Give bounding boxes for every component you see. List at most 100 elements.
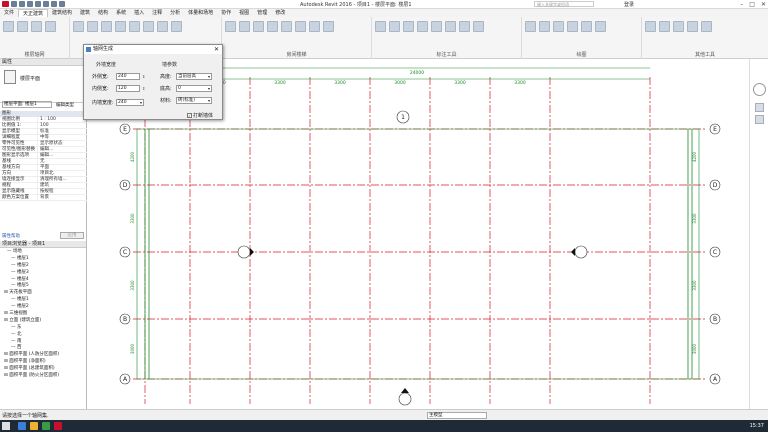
plan-icon[interactable]	[539, 21, 550, 32]
type-selector[interactable]: 楼层平面	[0, 66, 86, 103]
browser-item[interactable]: — 西	[3, 344, 86, 351]
menu-tab[interactable]: 协作	[217, 9, 235, 17]
browser-item[interactable]: ⊟ 面积平面 (总建筑面积)	[3, 365, 86, 372]
elevation-view-icon[interactable]	[553, 21, 564, 32]
properties-help-link[interactable]: 属性帮助	[2, 233, 20, 239]
property-value[interactable]: 1 : 100	[38, 117, 87, 122]
menu-tab[interactable]: 修改	[271, 9, 289, 17]
elevator-icon[interactable]	[281, 21, 292, 32]
door-icon[interactable]	[87, 21, 98, 32]
model-select[interactable]: 主模型	[427, 412, 487, 419]
property-value[interactable]: 中等	[38, 135, 87, 140]
browser-item[interactable]: — 南	[3, 338, 86, 345]
property-value[interactable]: 100	[38, 123, 87, 128]
menu-tab[interactable]: 文件	[0, 9, 18, 17]
maximize-icon[interactable]: □	[749, 1, 755, 8]
inner-width-input[interactable]: 120	[116, 85, 140, 92]
browser-item[interactable]: — 楼层4	[3, 276, 86, 283]
dim-wall-icon[interactable]	[417, 21, 428, 32]
menu-tab[interactable]: 建筑结构	[48, 9, 76, 17]
column-icon[interactable]	[17, 21, 28, 32]
browser-item[interactable]: ⊟ 立面 (建筑立面)	[3, 317, 86, 324]
beam-icon[interactable]	[143, 21, 154, 32]
property-value[interactable]: 标准	[38, 129, 87, 134]
close-icon[interactable]: ✕	[761, 1, 766, 8]
print-icon[interactable]	[43, 1, 49, 7]
help-search-input[interactable]: 键入关键字或短语	[534, 1, 594, 7]
property-value[interactable]: 按规程	[38, 189, 87, 194]
text-icon[interactable]	[445, 21, 456, 32]
browser-item[interactable]: ⊟ 面积平面 (净面积)	[3, 358, 86, 365]
menu-tab[interactable]: 插入	[130, 9, 148, 17]
railing-icon[interactable]	[267, 21, 278, 32]
zoom-icon[interactable]	[755, 115, 764, 124]
axis-icon[interactable]	[3, 21, 14, 32]
filter-icon[interactable]	[673, 21, 684, 32]
property-value[interactable]: 无	[38, 159, 87, 164]
grid-icon[interactable]	[31, 21, 42, 32]
menu-tab[interactable]: 体量和场地	[184, 9, 217, 17]
symbol-icon[interactable]	[459, 21, 470, 32]
checkbox-check-icon[interactable]: ✓	[187, 113, 192, 118]
leader-icon[interactable]	[473, 21, 484, 32]
window-icon[interactable]	[101, 21, 112, 32]
browser-item[interactable]: — 楼层2	[3, 303, 86, 310]
roof-icon[interactable]	[323, 21, 334, 32]
folder-icon[interactable]	[30, 422, 38, 430]
redo-icon[interactable]	[35, 1, 41, 7]
login-button[interactable]: 登录	[624, 1, 634, 8]
property-value[interactable]: 清理所有墙...	[38, 177, 87, 182]
opening-icon[interactable]	[129, 21, 140, 32]
menu-tab[interactable]: 分析	[166, 9, 184, 17]
browser-item[interactable]: ⊟ 面积平面 (防火分区面积)	[3, 372, 86, 379]
elevation-icon[interactable]	[431, 21, 442, 32]
save-icon[interactable]	[19, 1, 25, 7]
height-select[interactable]: 当前层高	[176, 73, 212, 80]
browser-item[interactable]: — 东	[3, 324, 86, 331]
browser-item[interactable]: — 楼层1	[3, 296, 86, 303]
balcony-icon[interactable]	[295, 21, 306, 32]
stair-icon[interactable]	[253, 21, 264, 32]
wall-icon[interactable]	[73, 21, 84, 32]
browser-icon[interactable]	[18, 422, 26, 430]
browser-item[interactable]: — 场地	[3, 248, 86, 255]
property-value[interactable]: 项目北	[38, 171, 87, 176]
table-icon[interactable]	[595, 21, 606, 32]
menu-tab[interactable]: 结构	[94, 9, 112, 17]
browser-item[interactable]: — 楼层1	[3, 255, 86, 262]
menu-tab[interactable]: 管理	[253, 9, 271, 17]
spinner-icon[interactable]: ⇕	[142, 74, 145, 79]
instance-select[interactable]: 楼层平面: 楼层1	[2, 101, 52, 108]
spinner-icon[interactable]: ⇕	[142, 86, 145, 91]
revit-logo-icon[interactable]	[2, 1, 9, 7]
minimize-icon[interactable]: –	[740, 1, 743, 8]
material-select[interactable]: 砖(标准)	[176, 97, 212, 104]
dim-axis-icon[interactable]	[389, 21, 400, 32]
property-value[interactable]: 背景	[38, 195, 87, 200]
close-icon[interactable]: ✕	[214, 45, 219, 54]
browser-item[interactable]: ⊟ 面积平面 (人防分区面积)	[3, 351, 86, 358]
view-cube-icon[interactable]	[753, 83, 766, 96]
layout-icon[interactable]	[567, 21, 578, 32]
menu-tab[interactable]: 注释	[148, 9, 166, 17]
property-value[interactable]: 编辑...	[38, 153, 87, 158]
measure-icon[interactable]	[51, 1, 57, 7]
open-icon[interactable]	[11, 1, 17, 7]
dim-door-icon[interactable]	[403, 21, 414, 32]
undo-icon[interactable]	[27, 1, 33, 7]
property-value[interactable]: 编辑...	[38, 147, 87, 152]
browser-item[interactable]: — 楼层3	[3, 269, 86, 276]
tag-icon[interactable]	[59, 1, 65, 7]
menu-tab[interactable]: 系统	[112, 9, 130, 17]
curtain-icon[interactable]	[115, 21, 126, 32]
help-icon[interactable]	[701, 21, 712, 32]
break-wall-checkbox[interactable]: ✓ 打断墙体	[187, 112, 213, 119]
property-value[interactable]: 建筑	[38, 183, 87, 188]
app-icon[interactable]	[42, 422, 50, 430]
browser-item[interactable]: — 楼层2	[3, 262, 86, 269]
steering-wheel-icon[interactable]	[755, 103, 764, 112]
browser-item[interactable]: ⊟ 天花板平面	[3, 289, 86, 296]
export-icon[interactable]	[581, 21, 592, 32]
apply-button[interactable]: 应用	[60, 232, 84, 239]
start-icon[interactable]	[2, 422, 10, 430]
